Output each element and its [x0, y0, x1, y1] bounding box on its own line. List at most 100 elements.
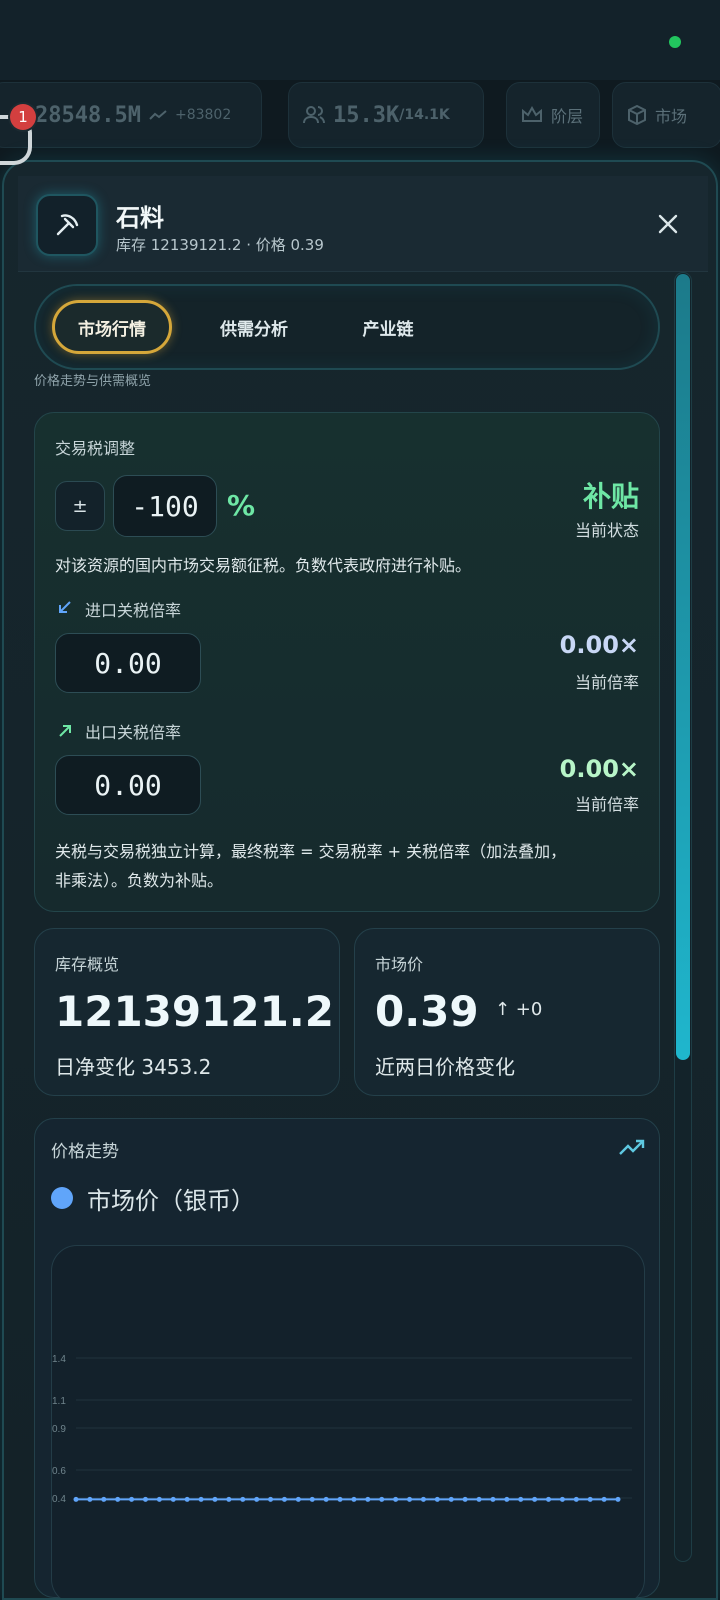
export-label: 出口关税倍率 [85, 723, 182, 742]
import-rate-caption: 当前倍率 [574, 673, 639, 692]
market-price-label: 市场价 [375, 955, 424, 974]
y-tick-label: 1.1 [52, 1396, 66, 1407]
sign-toggle-button[interactable]: ± [55, 481, 105, 531]
market-button[interactable]: 市场 [612, 82, 720, 148]
export-rate-input[interactable] [55, 755, 201, 815]
inventory-card: 库存概览 12139121.2 日净变化 3453.2 [34, 928, 340, 1096]
box-icon [628, 105, 646, 125]
price-point[interactable] [115, 1496, 121, 1502]
export-rate-caption: 当前倍率 [574, 795, 639, 814]
price-point[interactable] [490, 1496, 496, 1502]
tab-industry-chain[interactable]: 产业链 [328, 300, 448, 354]
money-stat[interactable]: 28548.5M +83802 [0, 82, 262, 148]
trending-up-icon [619, 1139, 645, 1155]
tax-status-caption: 当前状态 [574, 521, 639, 540]
price-point[interactable] [281, 1496, 287, 1502]
price-point[interactable] [170, 1496, 176, 1502]
population-stat[interactable]: 15.3K/14.1K [288, 82, 484, 148]
price-point[interactable] [351, 1496, 357, 1502]
inventory-label: 库存概览 [55, 955, 120, 974]
y-tick-label: 0.4 [52, 1494, 66, 1505]
price-point[interactable] [254, 1496, 260, 1502]
price-point[interactable] [212, 1496, 218, 1502]
y-tick-label: 0.6 [52, 1466, 66, 1477]
price-point[interactable] [476, 1496, 482, 1502]
import-arrow-icon [59, 601, 71, 613]
price-point[interactable] [587, 1496, 593, 1502]
price-trend-card: 价格走势 市场价（银币） 1.4 1.1 0.9 0.6 0.4 [34, 1118, 660, 1598]
price-point[interactable] [226, 1496, 232, 1502]
users-icon [303, 106, 325, 124]
tax-description: 对该资源的国内市场交易额征税。负数代表政府进行补贴。 [55, 556, 472, 575]
trend-up-icon [149, 110, 167, 120]
price-point[interactable] [504, 1496, 510, 1502]
class-button[interactable]: 阶层 [506, 82, 600, 148]
legend-swatch [51, 1187, 73, 1209]
export-current-rate: 0.00× [559, 755, 639, 783]
scrollbar-thumb[interactable] [676, 274, 690, 1060]
price-point[interactable] [559, 1496, 565, 1502]
price-point[interactable] [379, 1496, 385, 1502]
class-label: 阶层 [551, 107, 584, 126]
price-point[interactable] [142, 1496, 148, 1502]
price-point[interactable] [615, 1496, 621, 1502]
price-point[interactable] [448, 1496, 454, 1502]
price-point[interactable] [101, 1496, 107, 1502]
price-point[interactable] [337, 1496, 343, 1502]
export-arrow-icon [59, 725, 71, 737]
price-point[interactable] [323, 1496, 329, 1502]
price-point[interactable] [198, 1496, 204, 1502]
crown-icon [522, 106, 542, 122]
app-top-bar [0, 0, 720, 80]
inventory-change: 日净变化 3453.2 [55, 1055, 212, 1079]
resource-subtitle: 库存 12139121.2 · 价格 0.39 [116, 236, 324, 254]
panel-header: 石料 库存 12139121.2 · 价格 0.39 [18, 176, 708, 272]
price-point[interactable] [295, 1496, 301, 1502]
chart-legend: 市场价（银币） [87, 1187, 255, 1215]
import-rate-input[interactable] [55, 633, 201, 693]
tariff-note-line2: 非乘法）。负数为补贴。 [55, 871, 224, 890]
price-point[interactable] [434, 1496, 440, 1502]
close-button[interactable] [650, 206, 686, 242]
price-point[interactable] [532, 1496, 538, 1502]
price-point[interactable] [129, 1496, 135, 1502]
chart-title: 价格走势 [51, 1142, 119, 1162]
price-point[interactable] [393, 1496, 399, 1502]
price-point[interactable] [462, 1496, 468, 1502]
price-point[interactable] [73, 1496, 79, 1502]
tab-market[interactable]: 市场行情 [52, 300, 172, 354]
inventory-value: 12139121.2 [55, 987, 334, 1036]
market-price-caption: 近两日价格变化 [375, 1055, 515, 1079]
money-change: +83802 [174, 107, 232, 123]
price-point[interactable] [420, 1496, 426, 1502]
price-point[interactable] [309, 1496, 315, 1502]
price-point[interactable] [87, 1496, 93, 1502]
price-point[interactable] [573, 1496, 579, 1502]
money-value: 28548.5M [35, 102, 141, 128]
price-point[interactable] [184, 1496, 190, 1502]
tax-rate-input[interactable] [113, 475, 217, 537]
tab-hint: 价格走势与供需概览 [34, 374, 152, 389]
price-point[interactable] [407, 1496, 413, 1502]
price-point[interactable] [518, 1496, 524, 1502]
price-point[interactable] [365, 1496, 371, 1502]
price-point[interactable] [156, 1496, 162, 1502]
close-icon [658, 214, 678, 234]
tariff-note: 关税与交易税独立计算，最终税率 = 交易税率 + 关税倍率（加法叠加， 非乘法）… [55, 837, 645, 895]
tab-supply-demand[interactable]: 供需分析 [194, 300, 314, 354]
notification-badge[interactable]: 1 [10, 104, 36, 130]
tariff-note-line1: 关税与交易税独立计算，最终税率 = 交易税率 + 关税倍率（加法叠加， [55, 842, 567, 861]
tax-title: 交易税调整 [55, 439, 136, 458]
price-point[interactable] [240, 1496, 246, 1502]
price-point[interactable] [601, 1496, 607, 1502]
tax-unit: % [227, 489, 256, 522]
population-cap: /14.1K [399, 107, 450, 123]
market-price-card: 市场价 0.39 ↑ +0 近两日价格变化 [354, 928, 660, 1096]
price-point[interactable] [546, 1496, 552, 1502]
price-line-chart: 1.4 1.1 0.9 0.6 0.4 [52, 1354, 632, 1505]
market-price-change: ↑ +0 [495, 999, 543, 1020]
tax-adjust-card: 交易税调整 ± % 补贴 当前状态 对该资源的国内市场交易额征税。负数代表政府进… [34, 412, 660, 912]
import-label: 进口关税倍率 [85, 601, 182, 620]
y-tick-label: 0.9 [52, 1424, 66, 1435]
price-point[interactable] [268, 1496, 274, 1502]
